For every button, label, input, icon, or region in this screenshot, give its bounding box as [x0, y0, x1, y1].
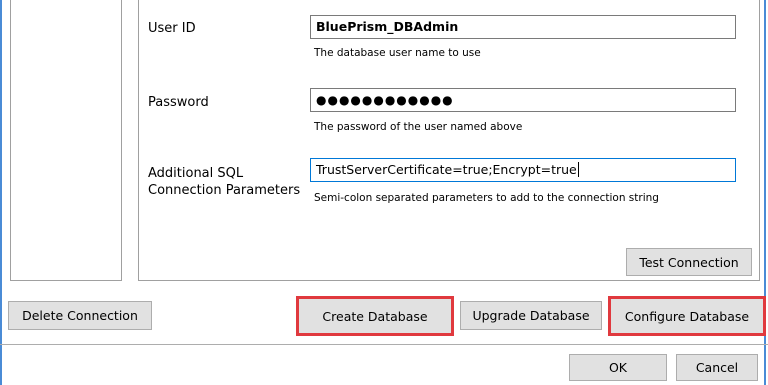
user-id-hint: The database user name to use — [314, 47, 481, 59]
configure-database-button[interactable]: Configure Database — [608, 296, 766, 336]
connection-list-panel[interactable] — [10, 0, 122, 281]
user-id-label: User ID — [148, 21, 196, 36]
additional-params-input[interactable]: TrustServerCertificate=true;Encrypt=true — [310, 158, 736, 182]
window-frame-left — [0, 0, 2, 385]
password-hint: The password of the user named above — [314, 121, 523, 133]
cancel-button[interactable]: Cancel — [676, 354, 758, 381]
text-caret — [577, 162, 579, 177]
additional-params-hint: Semi-colon separated parameters to add t… — [314, 192, 659, 204]
additional-params-label-line2: Connection Parameters — [148, 183, 301, 198]
test-connection-button[interactable]: Test Connection — [626, 248, 752, 276]
password-input[interactable]: ●●●●●●●●●●●● — [310, 88, 736, 112]
delete-connection-button[interactable]: Delete Connection — [8, 301, 152, 330]
connection-details-panel — [138, 0, 760, 281]
additional-params-label-line1: Additional SQL — [148, 166, 244, 181]
password-label: Password — [148, 95, 209, 110]
footer-separator — [0, 344, 768, 345]
ok-button[interactable]: OK — [569, 354, 667, 381]
additional-params-value: TrustServerCertificate=true;Encrypt=true — [316, 162, 577, 177]
user-id-input[interactable]: BluePrism_DBAdmin — [310, 15, 736, 39]
create-database-button[interactable]: Create Database — [296, 296, 454, 336]
upgrade-database-button[interactable]: Upgrade Database — [460, 301, 602, 330]
